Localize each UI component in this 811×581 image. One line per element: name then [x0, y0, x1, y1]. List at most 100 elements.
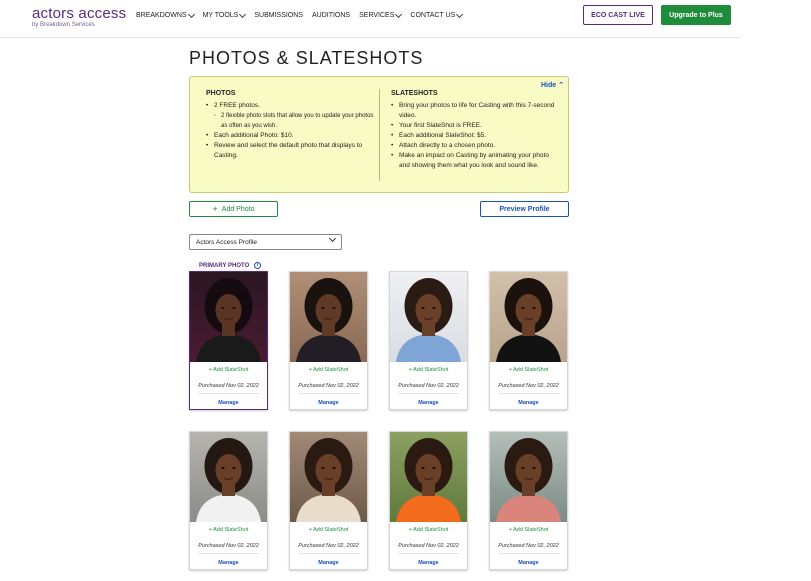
purchase-date: Purchased Nov 02, 2022 — [198, 383, 259, 389]
add-slateshot-link[interactable]: + Add SlateShot — [290, 527, 367, 533]
card-divider — [298, 393, 359, 394]
card-divider — [198, 553, 259, 554]
nav-contact-us[interactable]: CONTACT US — [410, 10, 464, 19]
manage-link[interactable]: Manage — [390, 400, 467, 406]
nav-label: AUDITIONS — [311, 12, 351, 19]
preview-profile-button[interactable]: Preview Profile — [480, 201, 569, 217]
purchase-date: Purchased Nov 02, 2022 — [298, 383, 359, 389]
main-nav: BREAKDOWNS MY TOOLS SUBMISSIONS AUDITION… — [136, 10, 471, 19]
eco-cast-live-button[interactable]: ECO CAST LIVE — [583, 5, 653, 25]
nav-breakdowns[interactable]: BREAKDOWNS — [136, 10, 195, 19]
add-photo-label: Add Photo — [221, 205, 255, 213]
headshot-photo[interactable] — [490, 272, 567, 362]
card-divider — [498, 553, 559, 554]
photo-card: + Add SlateShot Purchased Nov 02, 2022 Man… — [489, 431, 568, 570]
manage-link[interactable]: Manage — [190, 560, 267, 566]
card-divider — [198, 393, 259, 394]
headshot-photo[interactable] — [490, 432, 567, 522]
page-title: PHOTOS & SLATESHOTS — [189, 48, 424, 68]
nav-label: BREAKDOWNS — [136, 12, 187, 19]
logo-subtext: by Breakdown Services — [32, 22, 95, 28]
photo-card: + Add SlateShot Purchased Nov 02, 2022 Man… — [289, 271, 368, 410]
manage-link[interactable]: Manage — [490, 400, 567, 406]
hide-label: Hide — [541, 82, 557, 89]
actors-access-logo[interactable]: actors access by Breakdown Services — [32, 6, 126, 29]
nav-label: MY TOOLS — [202, 12, 239, 19]
upgrade-to-plus-button[interactable]: Upgrade to Plus — [661, 5, 731, 25]
info-divider — [379, 89, 380, 181]
nav-submissions[interactable]: SUBMISSIONS — [254, 12, 303, 19]
manage-link[interactable]: Manage — [190, 400, 267, 406]
nav-my-tools[interactable]: MY TOOLS — [202, 10, 247, 19]
nav-label: SERVICES — [359, 12, 395, 19]
purchase-date: Purchased Nov 02, 2022 — [498, 543, 559, 549]
headshot-photo[interactable] — [190, 272, 267, 362]
photos-heading: PHOTOS — [206, 90, 236, 97]
nav-label: CONTACT US — [410, 12, 456, 19]
headshot-photo[interactable] — [290, 432, 367, 522]
nav-services[interactable]: SERVICES — [359, 10, 403, 19]
slateshots-info-item: Each additional SlateShot: $5. — [391, 131, 561, 141]
purchase-date: Purchased Nov 02, 2022 — [198, 543, 259, 549]
purchase-date: Purchased Nov 02, 2022 — [298, 543, 359, 549]
headshot-photo[interactable] — [390, 432, 467, 522]
logo-text: actors access — [32, 5, 127, 22]
chevron-up-icon: ⌃ — [558, 82, 564, 89]
slateshots-info-item: Make an impact on Casting by animating y… — [391, 151, 561, 171]
chevron-down-icon — [239, 10, 247, 18]
headshot-photo[interactable] — [290, 272, 367, 362]
photos-info: PHOTOS 2 FREE photos. 2 flexible photo s… — [206, 89, 376, 161]
add-photo-button[interactable]: + Add Photo — [189, 201, 278, 217]
photo-card: + Add SlateShot Purchased Nov 02, 2022 Man… — [289, 431, 368, 570]
photo-card: + Add SlateShot Purchased Nov 02, 2022 Man… — [489, 271, 568, 410]
slateshots-info-item: Bring your photos to life for Casting wi… — [391, 101, 561, 121]
manage-link[interactable]: Manage — [390, 560, 467, 566]
profile-select-value: Actors Access Profile — [196, 238, 258, 246]
purchase-date: Purchased Nov 02, 2022 — [498, 383, 559, 389]
chevron-down-icon — [395, 10, 403, 18]
info-icon[interactable]: i — [254, 262, 262, 269]
info-panel: Hide ⌃ PHOTOS 2 FREE photos. 2 flexible … — [189, 76, 569, 193]
photo-card: + Add SlateShot Purchased Nov 02, 2022 Man… — [189, 271, 268, 410]
primary-photo-label: PRIMARY PHOTO i — [199, 262, 262, 269]
nav-auditions[interactable]: AUDITIONS — [312, 12, 350, 19]
chevron-down-icon — [456, 10, 464, 18]
add-slateshot-link[interactable]: + Add SlateShot — [390, 527, 467, 533]
photo-card: + Add SlateShot Purchased Nov 02, 2022 Man… — [389, 271, 468, 410]
photo-card: + Add SlateShot Purchased Nov 02, 2022 Man… — [389, 431, 468, 570]
manage-link[interactable]: Manage — [290, 560, 367, 566]
slateshots-info-item: Attach directly to a chosen photo. — [391, 141, 561, 151]
add-slateshot-link[interactable]: + Add SlateShot — [490, 527, 567, 533]
top-navigation-bar: actors access by Breakdown Services BREA… — [0, 0, 740, 38]
photos-info-item: Review and select the default photo that… — [206, 141, 376, 161]
slateshots-info: SLATESHOTS Bring your photos to life for… — [391, 89, 561, 171]
photos-info-item: Each additional Photo: $10. — [206, 131, 376, 141]
card-divider — [298, 553, 359, 554]
card-divider — [398, 393, 459, 394]
add-slateshot-link[interactable]: + Add SlateShot — [290, 367, 367, 373]
add-slateshot-link[interactable]: + Add SlateShot — [490, 367, 567, 373]
add-slateshot-link[interactable]: + Add SlateShot — [390, 367, 467, 373]
headshot-photo[interactable] — [390, 272, 467, 362]
nav-label: SUBMISSIONS — [254, 12, 303, 19]
add-slateshot-link[interactable]: + Add SlateShot — [190, 367, 267, 373]
slateshots-heading: SLATESHOTS — [391, 90, 438, 97]
headshot-photo[interactable] — [190, 432, 267, 522]
chevron-down-icon — [187, 10, 195, 18]
hide-info-link[interactable]: Hide ⌃ — [541, 81, 564, 89]
chevron-down-icon — [328, 234, 337, 243]
card-divider — [498, 393, 559, 394]
photos-info-item: 2 FREE photos. — [206, 101, 376, 111]
photos-info-subitem: 2 flexible photo slots that allow you to… — [206, 111, 376, 131]
photo-card: + Add SlateShot Purchased Nov 02, 2022 Man… — [189, 431, 268, 570]
profile-select[interactable]: Actors Access Profile — [189, 234, 342, 250]
slateshots-info-item: Your first SlateShot is FREE. — [391, 121, 561, 131]
manage-link[interactable]: Manage — [290, 400, 367, 406]
plus-icon: + — [212, 204, 218, 214]
add-slateshot-link[interactable]: + Add SlateShot — [190, 527, 267, 533]
card-divider — [398, 553, 459, 554]
purchase-date: Purchased Nov 02, 2022 — [398, 383, 459, 389]
purchase-date: Purchased Nov 02, 2022 — [398, 543, 459, 549]
primary-photo-text: PRIMARY PHOTO — [199, 262, 250, 269]
manage-link[interactable]: Manage — [490, 560, 567, 566]
